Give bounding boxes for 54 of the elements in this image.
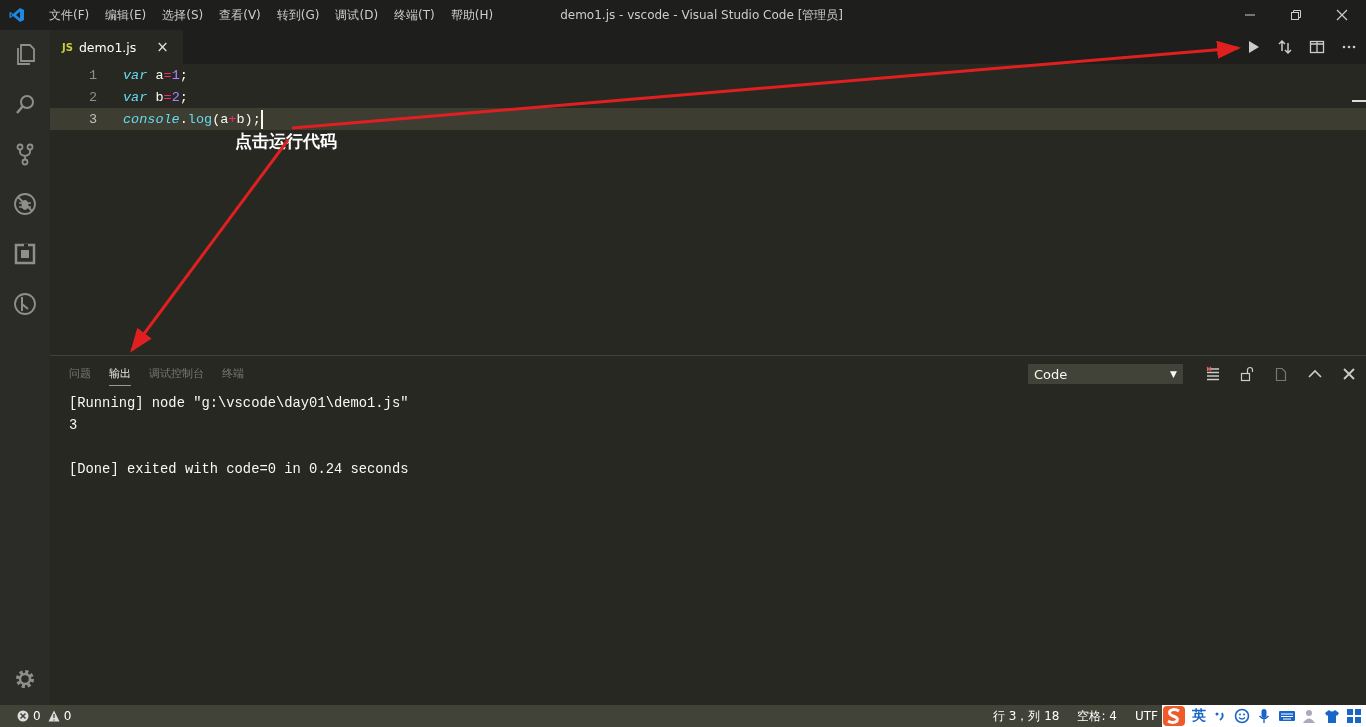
output-line: [Running] node "g:\vscode\day01\demo1.js" — [69, 395, 410, 413]
split-editor-icon[interactable] — [1309, 39, 1325, 55]
menu-item[interactable]: 终端(T) — [387, 6, 442, 24]
gauge-icon[interactable] — [13, 292, 37, 316]
search-icon[interactable] — [13, 92, 37, 116]
indentation[interactable]: 空格: 4 — [1077, 707, 1117, 725]
settings-icon[interactable] — [13, 667, 37, 691]
swap-icon[interactable] — [1277, 39, 1293, 55]
microphone-icon[interactable] — [1256, 708, 1272, 724]
smiley-icon[interactable] — [1234, 708, 1250, 724]
menu-item[interactable]: 选择(S) — [155, 6, 211, 24]
menu-item[interactable]: 帮助(H) — [443, 6, 501, 24]
close-tab-button[interactable]: × — [156, 38, 169, 56]
keyboard-icon[interactable] — [1278, 708, 1296, 724]
lock-icon[interactable] — [1239, 366, 1255, 382]
editor-tab[interactable]: JS demo1.js × — [50, 30, 183, 64]
menu-item[interactable]: 查看(V) — [212, 6, 268, 24]
tab-label: demo1.js — [78, 39, 137, 55]
code-line: var b=2; — [123, 89, 188, 105]
text-cursor — [260, 109, 263, 129]
menu-item[interactable]: 编辑(E) — [98, 6, 154, 24]
code-line: console.log(a+b); — [123, 111, 261, 127]
output-channel-dropdown[interactable]: Code ▼ — [1028, 364, 1183, 384]
file-icon[interactable] — [1273, 366, 1289, 382]
code-line: var a=1; — [123, 67, 188, 83]
line-number: 1 — [87, 67, 97, 83]
line-number: 2 — [87, 89, 97, 105]
grid-icon[interactable] — [1346, 708, 1362, 724]
error-count[interactable]: 0 — [33, 709, 41, 723]
menu-item[interactable]: 转到(G) — [269, 6, 327, 24]
output-line: 3 — [69, 417, 79, 435]
cursor-position[interactable]: 行 3，列 18 — [992, 707, 1060, 725]
warning-count[interactable]: 0 — [63, 709, 72, 723]
panel-tab[interactable]: 输出 — [109, 362, 131, 386]
restore-icon[interactable] — [1290, 9, 1302, 21]
logo-icon — [9, 7, 25, 23]
window-title: demo1.js - vscode - Visual Studio Code [管理员] — [560, 6, 843, 24]
clear-output-icon[interactable] — [1205, 366, 1221, 382]
file-type-label: JS — [62, 41, 73, 53]
close-icon[interactable] — [1341, 366, 1357, 382]
output-line: [Done] exited with code=0 in 0.24 seconds — [69, 461, 410, 479]
close-icon[interactable] — [1336, 9, 1348, 21]
overview-ruler — [1352, 100, 1366, 102]
warning-icon — [47, 710, 60, 722]
shirt-icon[interactable] — [1324, 708, 1340, 724]
menu-item[interactable]: 文件(F) — [42, 6, 97, 24]
encoding[interactable]: UTF — [1135, 709, 1158, 723]
language-toggle[interactable]: 英 — [1192, 707, 1206, 725]
extensions-icon[interactable] — [13, 242, 37, 266]
line-number: 3 — [87, 111, 97, 127]
menu-item[interactable]: 调试(D) — [328, 6, 386, 24]
bug-icon[interactable] — [13, 192, 37, 216]
ime-logo-icon[interactable] — [1162, 705, 1186, 727]
error-icon — [17, 710, 29, 722]
